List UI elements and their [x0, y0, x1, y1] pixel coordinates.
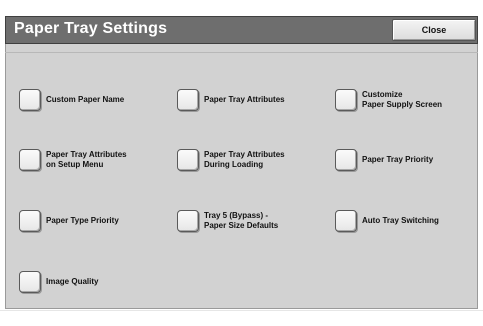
bottom-divider	[0, 310, 483, 311]
option-button-icon[interactable]	[177, 210, 199, 232]
option-label: Paper Tray Priority	[362, 155, 434, 164]
option-button-icon[interactable]	[177, 89, 199, 111]
close-button[interactable]: Close	[392, 19, 476, 41]
option-paper-tray-priority[interactable]: Paper Tray Priority	[335, 149, 433, 171]
option-tray-5-bypass-paper-size-defaults[interactable]: Tray 5 (Bypass) - Paper Size Defaults	[177, 210, 278, 232]
options-panel	[5, 44, 478, 309]
option-label: Auto Tray Switching	[362, 216, 439, 225]
option-button-icon[interactable]	[19, 149, 41, 171]
option-label: Custom Paper Name	[46, 95, 125, 104]
option-image-quality[interactable]: Image Quality	[19, 271, 98, 293]
option-button-icon[interactable]	[335, 89, 357, 111]
option-custom-paper-name[interactable]: Custom Paper Name	[19, 89, 124, 111]
option-button-icon[interactable]	[335, 149, 357, 171]
option-auto-tray-switching[interactable]: Auto Tray Switching	[335, 210, 439, 232]
option-paper-tray-attributes-during-loading[interactable]: Paper Tray Attributes During Loading	[177, 149, 285, 171]
option-label: Paper Tray Attributes on Setup Menu	[46, 150, 127, 169]
panel-divider	[5, 52, 478, 53]
option-label: Customize Paper Supply Screen	[362, 90, 443, 109]
option-button-icon[interactable]	[19, 271, 41, 293]
option-paper-tray-attributes[interactable]: Paper Tray Attributes	[177, 89, 285, 111]
option-customize-paper-supply-screen[interactable]: Customize Paper Supply Screen	[335, 89, 442, 111]
option-label: Paper Type Priority	[46, 216, 119, 225]
option-label: Paper Tray Attributes	[204, 95, 285, 104]
option-button-icon[interactable]	[335, 210, 357, 232]
option-label: Paper Tray Attributes During Loading	[204, 150, 285, 169]
option-paper-tray-attributes-setup-menu[interactable]: Paper Tray Attributes on Setup Menu	[19, 149, 127, 171]
option-label: Image Quality	[46, 277, 99, 286]
page-title: Paper Tray Settings	[14, 20, 168, 37]
option-button-icon[interactable]	[19, 89, 41, 111]
option-button-icon[interactable]	[177, 149, 199, 171]
option-button-icon[interactable]	[19, 210, 41, 232]
option-label: Tray 5 (Bypass) - Paper Size Defaults	[204, 211, 279, 230]
option-paper-type-priority[interactable]: Paper Type Priority	[19, 210, 119, 232]
paper-tray-settings-screen: Paper Tray Settings Close Custom Paper N…	[0, 0, 483, 326]
